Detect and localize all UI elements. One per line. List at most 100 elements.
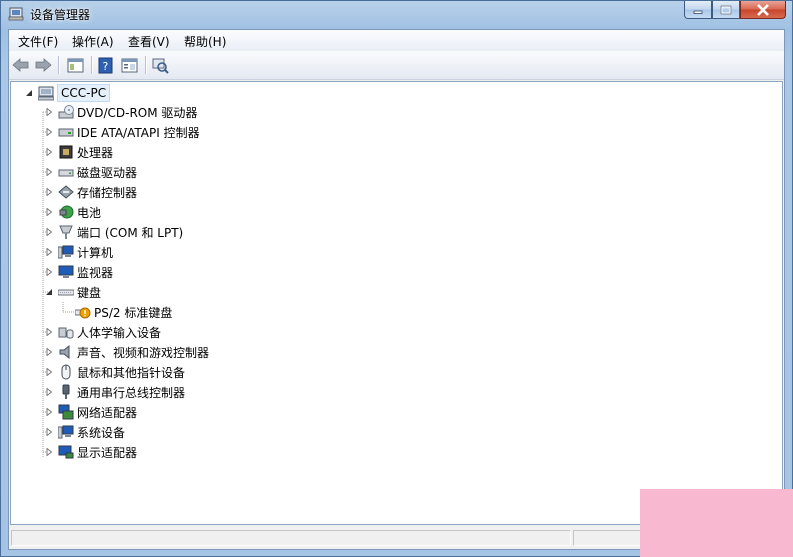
tree-item-label: 通用串行总线控制器 bbox=[77, 385, 186, 400]
tree-item-dvd[interactable]: DVD/CD-ROM 驱动器 bbox=[43, 102, 197, 122]
console-tree-icon bbox=[67, 58, 83, 72]
tree-item-label: 显示适配器 bbox=[77, 445, 138, 460]
tree-item-network[interactable]: 网络适配器 bbox=[43, 402, 137, 422]
mouse-icon bbox=[58, 364, 74, 380]
toolbar-separator bbox=[91, 56, 93, 74]
tree-item-computer[interactable]: 计算机 bbox=[43, 242, 113, 262]
expand-arrow-icon[interactable] bbox=[43, 206, 55, 218]
close-button[interactable] bbox=[740, 1, 786, 19]
expand-arrow-icon[interactable] bbox=[43, 126, 55, 138]
status-cell-main bbox=[11, 530, 571, 546]
tree-item-label: 声音、视频和游戏控制器 bbox=[77, 345, 210, 360]
tree-item-label: 鼠标和其他指针设备 bbox=[77, 365, 186, 380]
properties-view-button[interactable] bbox=[119, 55, 139, 75]
tree-item-monitor[interactable]: 监视器 bbox=[43, 262, 113, 282]
computer-name: CCC-PC bbox=[57, 84, 111, 102]
expand-arrow-icon[interactable] bbox=[43, 366, 55, 378]
computer-category-icon bbox=[57, 244, 74, 260]
tree-item-ide[interactable]: IDE ATA/ATAPI 控制器 bbox=[43, 122, 200, 142]
tree-item-label: 磁盘驱动器 bbox=[77, 165, 138, 180]
pink-overlay-block bbox=[640, 489, 793, 557]
tree-item-keyboard[interactable]: 键盘 bbox=[43, 282, 101, 302]
expand-arrow-icon[interactable] bbox=[43, 446, 55, 458]
back-icon bbox=[12, 58, 29, 72]
menu-action[interactable]: 操作(A) bbox=[72, 33, 114, 50]
tree-item-mouse[interactable]: 鼠标和其他指针设备 bbox=[43, 362, 185, 382]
device-manager-window: 设备管理器 文件(F) 操作(A) 查看(V) 帮助(H) ? CCC-PC D… bbox=[0, 0, 793, 557]
tree-item-battery[interactable]: 电池 bbox=[43, 202, 101, 222]
system-device-icon bbox=[57, 424, 74, 440]
tree-item-label: 电池 bbox=[77, 205, 102, 220]
svg-text:?: ? bbox=[103, 60, 109, 73]
battery-icon bbox=[58, 204, 74, 220]
tree-item-ps2-keyboard[interactable]: PS/2 标准键盘 bbox=[74, 302, 173, 322]
warning-keyboard-icon bbox=[74, 304, 91, 320]
ide-controller-icon bbox=[58, 124, 74, 140]
expand-arrow-icon[interactable] bbox=[43, 386, 55, 398]
tree-item-ports[interactable]: 端口 (COM 和 LPT) bbox=[43, 222, 183, 242]
minimize-button[interactable] bbox=[684, 1, 712, 19]
expand-arrow-icon[interactable] bbox=[43, 326, 55, 338]
speaker-icon bbox=[58, 344, 74, 360]
expand-arrow-icon[interactable] bbox=[43, 186, 55, 198]
back-button[interactable] bbox=[11, 55, 31, 75]
caption-buttons bbox=[684, 1, 786, 20]
expand-arrow-icon[interactable] bbox=[43, 346, 55, 358]
hid-icon bbox=[58, 324, 74, 340]
maximize-icon bbox=[720, 5, 732, 14]
tree-item-label: 网络适配器 bbox=[77, 405, 138, 420]
tree-item-processor[interactable]: 处理器 bbox=[43, 142, 113, 162]
tree-item-label: PS/2 标准键盘 bbox=[94, 305, 173, 320]
menu-bar: 文件(F) 操作(A) 查看(V) 帮助(H) bbox=[9, 30, 784, 52]
tree-root[interactable]: CCC-PC bbox=[23, 83, 111, 103]
help-icon: ? bbox=[98, 57, 113, 73]
expand-arrow-icon[interactable] bbox=[43, 266, 55, 278]
port-icon bbox=[58, 224, 74, 240]
collapse-arrow-icon[interactable] bbox=[43, 286, 55, 298]
display-adapter-icon bbox=[58, 444, 74, 460]
expand-arrow-icon[interactable] bbox=[43, 426, 55, 438]
usb-icon bbox=[58, 384, 74, 400]
monitor-icon bbox=[58, 264, 74, 280]
dvd-drive-icon bbox=[58, 104, 74, 120]
tree-item-display[interactable]: 显示适配器 bbox=[43, 442, 137, 462]
menu-help[interactable]: 帮助(H) bbox=[184, 33, 226, 50]
tree-item-label: 人体学输入设备 bbox=[77, 325, 162, 340]
title-bar[interactable]: 设备管理器 bbox=[1, 1, 792, 29]
tree-item-label: 监视器 bbox=[77, 265, 114, 280]
expand-arrow-icon[interactable] bbox=[43, 106, 55, 118]
collapse-arrow-icon[interactable] bbox=[23, 87, 35, 99]
expand-arrow-icon[interactable] bbox=[43, 226, 55, 238]
maximize-button[interactable] bbox=[712, 1, 740, 19]
tree-item-label: 存储控制器 bbox=[77, 185, 138, 200]
tree-item-disk[interactable]: 磁盘驱动器 bbox=[43, 162, 137, 182]
menu-file[interactable]: 文件(F) bbox=[18, 33, 58, 50]
expand-arrow-icon[interactable] bbox=[43, 146, 55, 158]
scan-hardware-icon bbox=[152, 58, 169, 74]
device-manager-icon bbox=[8, 5, 26, 23]
expand-arrow-icon[interactable] bbox=[43, 406, 55, 418]
console-tree-button[interactable] bbox=[65, 55, 85, 75]
forward-button[interactable] bbox=[33, 55, 53, 75]
help-button[interactable]: ? bbox=[96, 55, 116, 75]
computer-icon bbox=[37, 85, 55, 101]
disk-drive-icon bbox=[58, 164, 74, 180]
tree-item-system[interactable]: 系统设备 bbox=[43, 422, 125, 442]
tree-item-hid[interactable]: 人体学输入设备 bbox=[43, 322, 161, 342]
tree-item-sound[interactable]: 声音、视频和游戏控制器 bbox=[43, 342, 209, 362]
tree-item-label: 系统设备 bbox=[77, 425, 126, 440]
expand-arrow-icon[interactable] bbox=[43, 166, 55, 178]
scan-hardware-button[interactable] bbox=[150, 55, 170, 75]
tree-item-storage[interactable]: 存储控制器 bbox=[43, 182, 137, 202]
properties-view-icon bbox=[121, 58, 137, 72]
keyboard-icon bbox=[57, 284, 75, 300]
device-tree[interactable]: CCC-PC DVD/CD-ROM 驱动器 IDE ATA/ATAPI 控制器 … bbox=[10, 81, 783, 525]
close-icon bbox=[757, 3, 769, 16]
menu-view[interactable]: 查看(V) bbox=[128, 33, 170, 50]
expand-arrow-icon[interactable] bbox=[43, 246, 55, 258]
window-title: 设备管理器 bbox=[30, 8, 91, 22]
tree-item-label: DVD/CD-ROM 驱动器 bbox=[77, 105, 198, 120]
tree-item-usb[interactable]: 通用串行总线控制器 bbox=[43, 382, 185, 402]
tree-item-label: 处理器 bbox=[77, 145, 114, 160]
tree-item-label: 键盘 bbox=[77, 285, 102, 300]
